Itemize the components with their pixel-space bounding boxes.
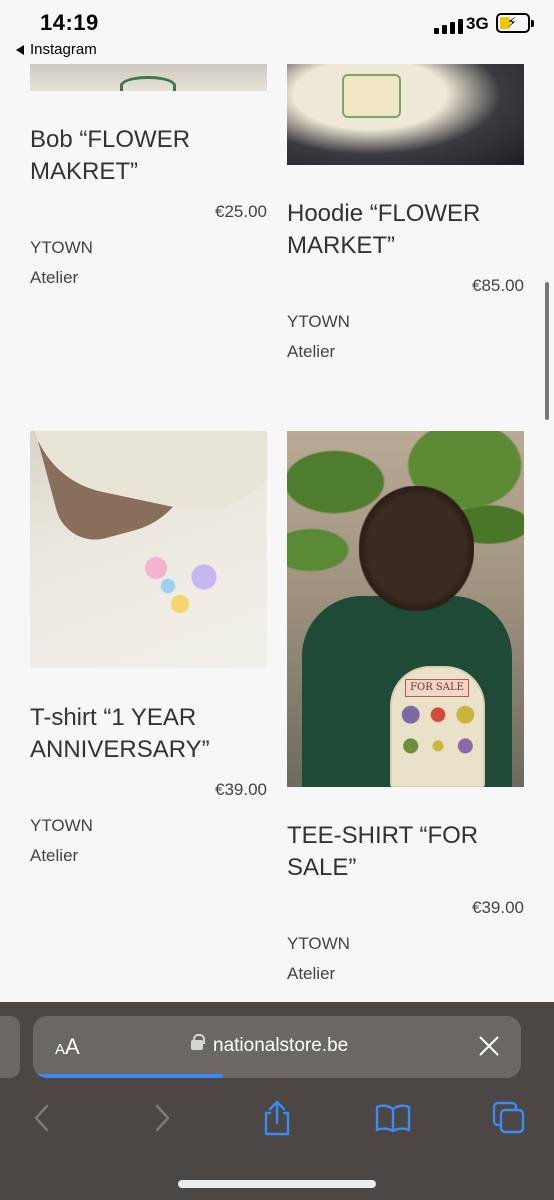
product-vendor: YTOWN: [287, 934, 350, 953]
product-image-tee-for-sale[interactable]: FOR SALE: [287, 431, 524, 787]
signal-icon: [434, 16, 463, 34]
product-vendor-sub: Atelier: [287, 964, 336, 983]
url-text[interactable]: nationalstore.be: [213, 1035, 348, 1057]
product-title[interactable]: T-shirt “1 YEAR ANNIVERSARY”: [30, 702, 267, 766]
status-time: 14:19: [40, 10, 99, 35]
back-to-app-link[interactable]: Instagram: [16, 41, 97, 58]
product-price: €25.00: [215, 202, 267, 221]
product-title[interactable]: TEE-SHIRT “FOR SALE”: [287, 820, 524, 884]
product-price: €39.00: [215, 780, 267, 799]
product-title[interactable]: Hoodie “FLOWER MARKET”: [287, 198, 524, 262]
load-progress-bar: [33, 1074, 224, 1078]
home-indicator[interactable]: [178, 1180, 376, 1188]
back-icon: [34, 1104, 49, 1132]
product-vendor: YTOWN: [30, 238, 93, 257]
bookmarks-icon: [375, 1104, 411, 1133]
forward-button[interactable]: [140, 1096, 184, 1140]
network-type: 3G: [466, 14, 489, 33]
back-button[interactable]: [20, 1096, 64, 1140]
product-price: €85.00: [472, 276, 524, 295]
shirt-print-label: FOR SALE: [405, 679, 469, 697]
product-image-tshirt-anniversary[interactable]: [30, 431, 267, 668]
product-image-bob[interactable]: [30, 64, 267, 91]
forward-icon: [155, 1104, 170, 1132]
tabs-icon: [492, 1101, 525, 1134]
product-title[interactable]: Bob “FLOWER MAKRET”: [30, 124, 260, 188]
lock-icon: [191, 1034, 205, 1050]
text-size-button[interactable]: AA: [55, 1034, 80, 1060]
status-bar: 14:19 Instagram 3G ⚡: [0, 0, 554, 64]
charging-bolt-icon: ⚡: [507, 14, 517, 30]
share-button[interactable]: [255, 1096, 299, 1140]
product-vendor-sub: Atelier: [287, 342, 336, 361]
battery-icon: ⚡: [496, 13, 534, 33]
product-vendor-sub: Atelier: [30, 846, 79, 865]
address-bar[interactable]: AA nationalstore.be: [33, 1016, 521, 1078]
share-icon: [264, 1100, 290, 1136]
product-vendor-sub: Atelier: [30, 268, 79, 287]
product-vendor: YTOWN: [30, 816, 93, 835]
close-icon[interactable]: [477, 1034, 501, 1058]
back-app-label: Instagram: [30, 41, 97, 58]
previous-tab-peek[interactable]: [0, 1016, 20, 1078]
product-price: €39.00: [472, 898, 524, 917]
back-triangle-icon: [16, 44, 24, 55]
tabs-button[interactable]: [487, 1096, 531, 1140]
scroll-indicator[interactable]: [545, 282, 549, 420]
bookmarks-button[interactable]: [371, 1096, 415, 1140]
product-image-hoodie[interactable]: [287, 64, 524, 165]
product-vendor: YTOWN: [287, 312, 350, 331]
